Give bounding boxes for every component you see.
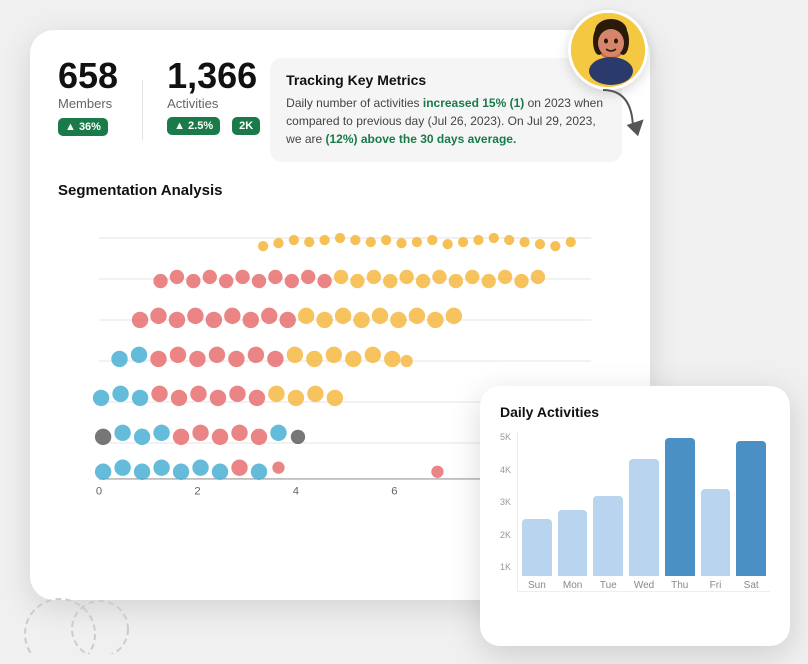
- tracking-highlight1: increased 15% (1): [423, 96, 524, 110]
- metrics-divider: [142, 80, 143, 140]
- bar-label-thu: Thu: [671, 580, 688, 591]
- activities-value: 1,366: [167, 58, 260, 94]
- daily-activities-title: Daily Activities: [500, 404, 770, 420]
- tracking-text-part1: Daily number of activities: [286, 96, 423, 110]
- bar-chart-wrapper: 5K 4K 3K 2K 1K Sun Mon Tue: [500, 432, 770, 592]
- bar-label-wed: Wed: [634, 580, 654, 591]
- y-tick-3k: 3K: [500, 497, 511, 507]
- segmentation-title: Segmentation Analysis: [58, 182, 622, 199]
- bar-wed: [629, 459, 659, 576]
- svg-text:4: 4: [293, 485, 299, 497]
- bar-label-mon: Mon: [563, 580, 582, 591]
- activities-label: Activities: [167, 96, 260, 111]
- y-tick-1k: 1K: [500, 562, 511, 572]
- tracking-highlight2: (12%) above the 30 days average.: [326, 132, 517, 146]
- bar-col-mon: Mon: [558, 510, 588, 591]
- arrow-icon: [593, 80, 653, 160]
- svg-text:6: 6: [391, 485, 397, 497]
- members-badge: ▲ 36%: [58, 118, 108, 136]
- bar-tue: [593, 496, 623, 576]
- metrics-row: 658 Members ▲ 36% 1,366 Activities ▲ 2.5…: [58, 58, 622, 162]
- bars-area: Sun Mon Tue Wed Thu: [517, 432, 770, 592]
- bar-label-sat: Sat: [744, 580, 759, 591]
- bar-col-thu: Thu: [665, 438, 695, 591]
- bar-col-tue: Tue: [593, 496, 623, 591]
- bar-fri: [701, 489, 731, 576]
- bar-thu: [665, 438, 695, 576]
- bar-col-fri: Fri: [701, 489, 731, 591]
- bar-col-wed: Wed: [629, 459, 659, 591]
- bar-sat: [736, 441, 766, 576]
- bar-mon: [558, 510, 588, 576]
- activities-2k-badge: 2K: [232, 117, 260, 135]
- members-label: Members: [58, 96, 118, 111]
- tracking-text: Daily number of activities increased 15%…: [286, 94, 606, 148]
- bar-sun: [522, 519, 552, 576]
- tracking-box: Tracking Key Metrics Daily number of act…: [270, 58, 622, 162]
- bar-label-sun: Sun: [528, 580, 546, 591]
- daily-activities-card: Daily Activities 5K 4K 3K 2K 1K Sun Mon: [480, 386, 790, 646]
- y-tick-5k: 5K: [500, 432, 511, 442]
- svg-text:0: 0: [96, 485, 102, 497]
- avatar: [568, 10, 648, 90]
- y-axis: 5K 4K 3K 2K 1K: [500, 432, 511, 592]
- members-metric: 658 Members ▲ 36%: [58, 58, 118, 136]
- activities-badge: ▲ 2.5%: [167, 117, 220, 135]
- dashed-circles-decoration: [20, 574, 140, 654]
- y-tick-4k: 4K: [500, 465, 511, 475]
- bar-col-sun: Sun: [522, 519, 552, 591]
- y-tick-2k: 2K: [500, 530, 511, 540]
- members-value: 658: [58, 58, 118, 94]
- svg-text:2: 2: [194, 485, 200, 497]
- bar-label-fri: Fri: [710, 580, 722, 591]
- bar-label-tue: Tue: [600, 580, 617, 591]
- activities-metric: 1,366 Activities ▲ 2.5% 2K: [167, 58, 260, 135]
- bar-col-sat: Sat: [736, 441, 766, 591]
- tracking-title: Tracking Key Metrics: [286, 72, 606, 88]
